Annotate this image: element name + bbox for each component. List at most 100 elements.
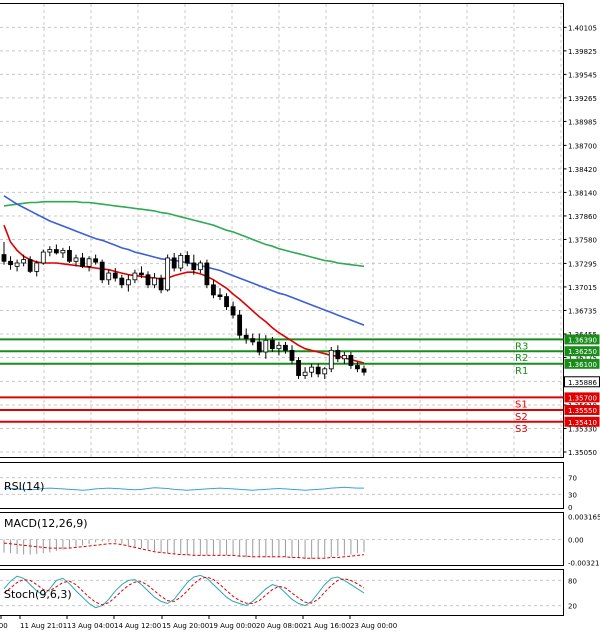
x-tick-label: 20 Aug 08:00: [256, 622, 303, 630]
candle-body: [145, 274, 151, 286]
candle-body: [289, 349, 295, 361]
candle-body: [263, 339, 269, 353]
x-tick-label: 11 Aug 21:01: [20, 622, 67, 630]
current-price-marker: 1.35886: [564, 376, 600, 388]
x-tick-label: 14 Aug 12:00: [114, 622, 161, 630]
candle-body: [309, 366, 315, 373]
price-tick-label: 1.37860: [568, 213, 597, 221]
candle-body: [80, 257, 85, 267]
candle-body: [73, 257, 79, 262]
candle-body: [230, 306, 236, 316]
pivot-value-s1: 1.35700: [568, 394, 597, 402]
candle-body: [348, 354, 354, 366]
candle-body: [27, 259, 33, 272]
candle-body: [165, 257, 171, 291]
candle-body: [322, 368, 328, 375]
x-tick-label: 19 Aug 00:00: [209, 622, 256, 630]
candle-body: [53, 249, 59, 254]
rsi-tick-label: 0: [568, 504, 572, 512]
macd-tick-label: 0.00: [568, 537, 584, 545]
candle-body: [8, 260, 13, 266]
x-tick-label: 15 Aug 20:00: [162, 622, 209, 630]
candle-body: [296, 360, 301, 376]
stoch-tick-label: 80: [568, 577, 577, 585]
rsi-tick-label: 30: [568, 491, 577, 499]
pivot-name-s1: S1: [515, 399, 528, 410]
candle-body: [335, 349, 341, 360]
candle-body: [328, 349, 334, 370]
rsi-tick-label: 70: [568, 475, 577, 483]
price-tick-label: 1.38985: [568, 118, 597, 126]
pivot-value-s3: 1.35410: [568, 419, 597, 427]
price-tick-label: 1.39825: [568, 48, 597, 56]
candle-body: [237, 314, 243, 336]
price-tick-label: 1.38700: [568, 142, 597, 150]
candle-body: [34, 262, 40, 272]
pivot-name-r2: R2: [515, 353, 528, 364]
candle-body: [243, 334, 249, 339]
price-tick-label: 1.36735: [568, 307, 597, 315]
price-tick-label: 1.39545: [568, 71, 597, 79]
candle-body: [341, 354, 347, 360]
candle-body: [283, 344, 288, 351]
candle-body: [256, 341, 262, 353]
candle-body: [86, 258, 92, 267]
candle-body: [224, 296, 229, 308]
candle-body: [119, 277, 125, 286]
candle-body: [361, 368, 367, 373]
candle-body: [171, 257, 177, 269]
candle-body: [191, 262, 197, 271]
price-tick-label: 1.37295: [568, 260, 597, 268]
price-tick-label: 1.38140: [568, 189, 597, 197]
rsi-label: RSI(14): [4, 480, 44, 493]
candle-body: [211, 284, 216, 296]
pivot-value-r1: 1.36100: [568, 361, 597, 369]
candle-body: [178, 255, 184, 269]
candle-body: [112, 272, 118, 279]
candle-body: [21, 259, 27, 264]
x-tick-label: 23 Aug 00:00: [350, 622, 397, 630]
x-tick-label: 21 Aug 16:00: [303, 622, 350, 630]
chart-background: [0, 0, 600, 632]
stoch-tick-label: 20: [568, 603, 577, 611]
x-tick-label: 6:00: [0, 622, 8, 630]
price-tick-label: 1.40105: [568, 24, 597, 32]
candle-body: [67, 249, 72, 262]
candle-body: [1, 254, 7, 262]
candle-body: [204, 262, 210, 286]
price-tick-label: 1.35050: [568, 449, 597, 457]
candle-body: [106, 272, 112, 281]
x-tick-label: 13 Aug 04:00: [67, 622, 114, 630]
macd-tick-label: 0.003165: [568, 514, 600, 522]
pivot-value-r3: 1.36390: [568, 336, 597, 344]
price-tick-label: 1.37015: [568, 284, 597, 292]
candle-body: [269, 339, 275, 350]
current-price-label: 1.35886: [568, 379, 597, 387]
candle-body: [99, 261, 105, 281]
candle-body: [40, 251, 46, 264]
pivot-value-s2: 1.35550: [568, 407, 597, 415]
candle-body: [139, 272, 144, 276]
candle-body: [158, 277, 164, 291]
candle-body: [276, 344, 282, 350]
price-tick-label: 1.38420: [568, 166, 597, 174]
candle-body: [315, 366, 321, 375]
price-tick-label: 1.39265: [568, 95, 597, 103]
candle-body: [47, 249, 53, 253]
pivot-name-s3: S3: [515, 424, 528, 435]
pivot-value-r2: 1.36250: [568, 348, 597, 356]
price-tick-label: 1.37580: [568, 236, 597, 244]
pivot-name-r1: R1: [515, 366, 528, 377]
candle-body: [132, 272, 138, 281]
candle-body: [302, 371, 308, 376]
candle-body: [14, 262, 20, 267]
forex-chart: 1.40105 1.39825 1.39545 1.39265 1.38985 1.387…: [0, 0, 600, 632]
macd-tick-label: -0.003213: [568, 560, 600, 568]
candle-body: [60, 249, 66, 254]
candle-body: [184, 255, 190, 264]
macd-label: MACD(12,26,9): [4, 517, 88, 530]
candle-body: [93, 258, 99, 263]
stoch-label: Stoch(9,6,3): [4, 588, 72, 601]
candle-body: [125, 279, 131, 286]
candle-body: [217, 294, 223, 297]
